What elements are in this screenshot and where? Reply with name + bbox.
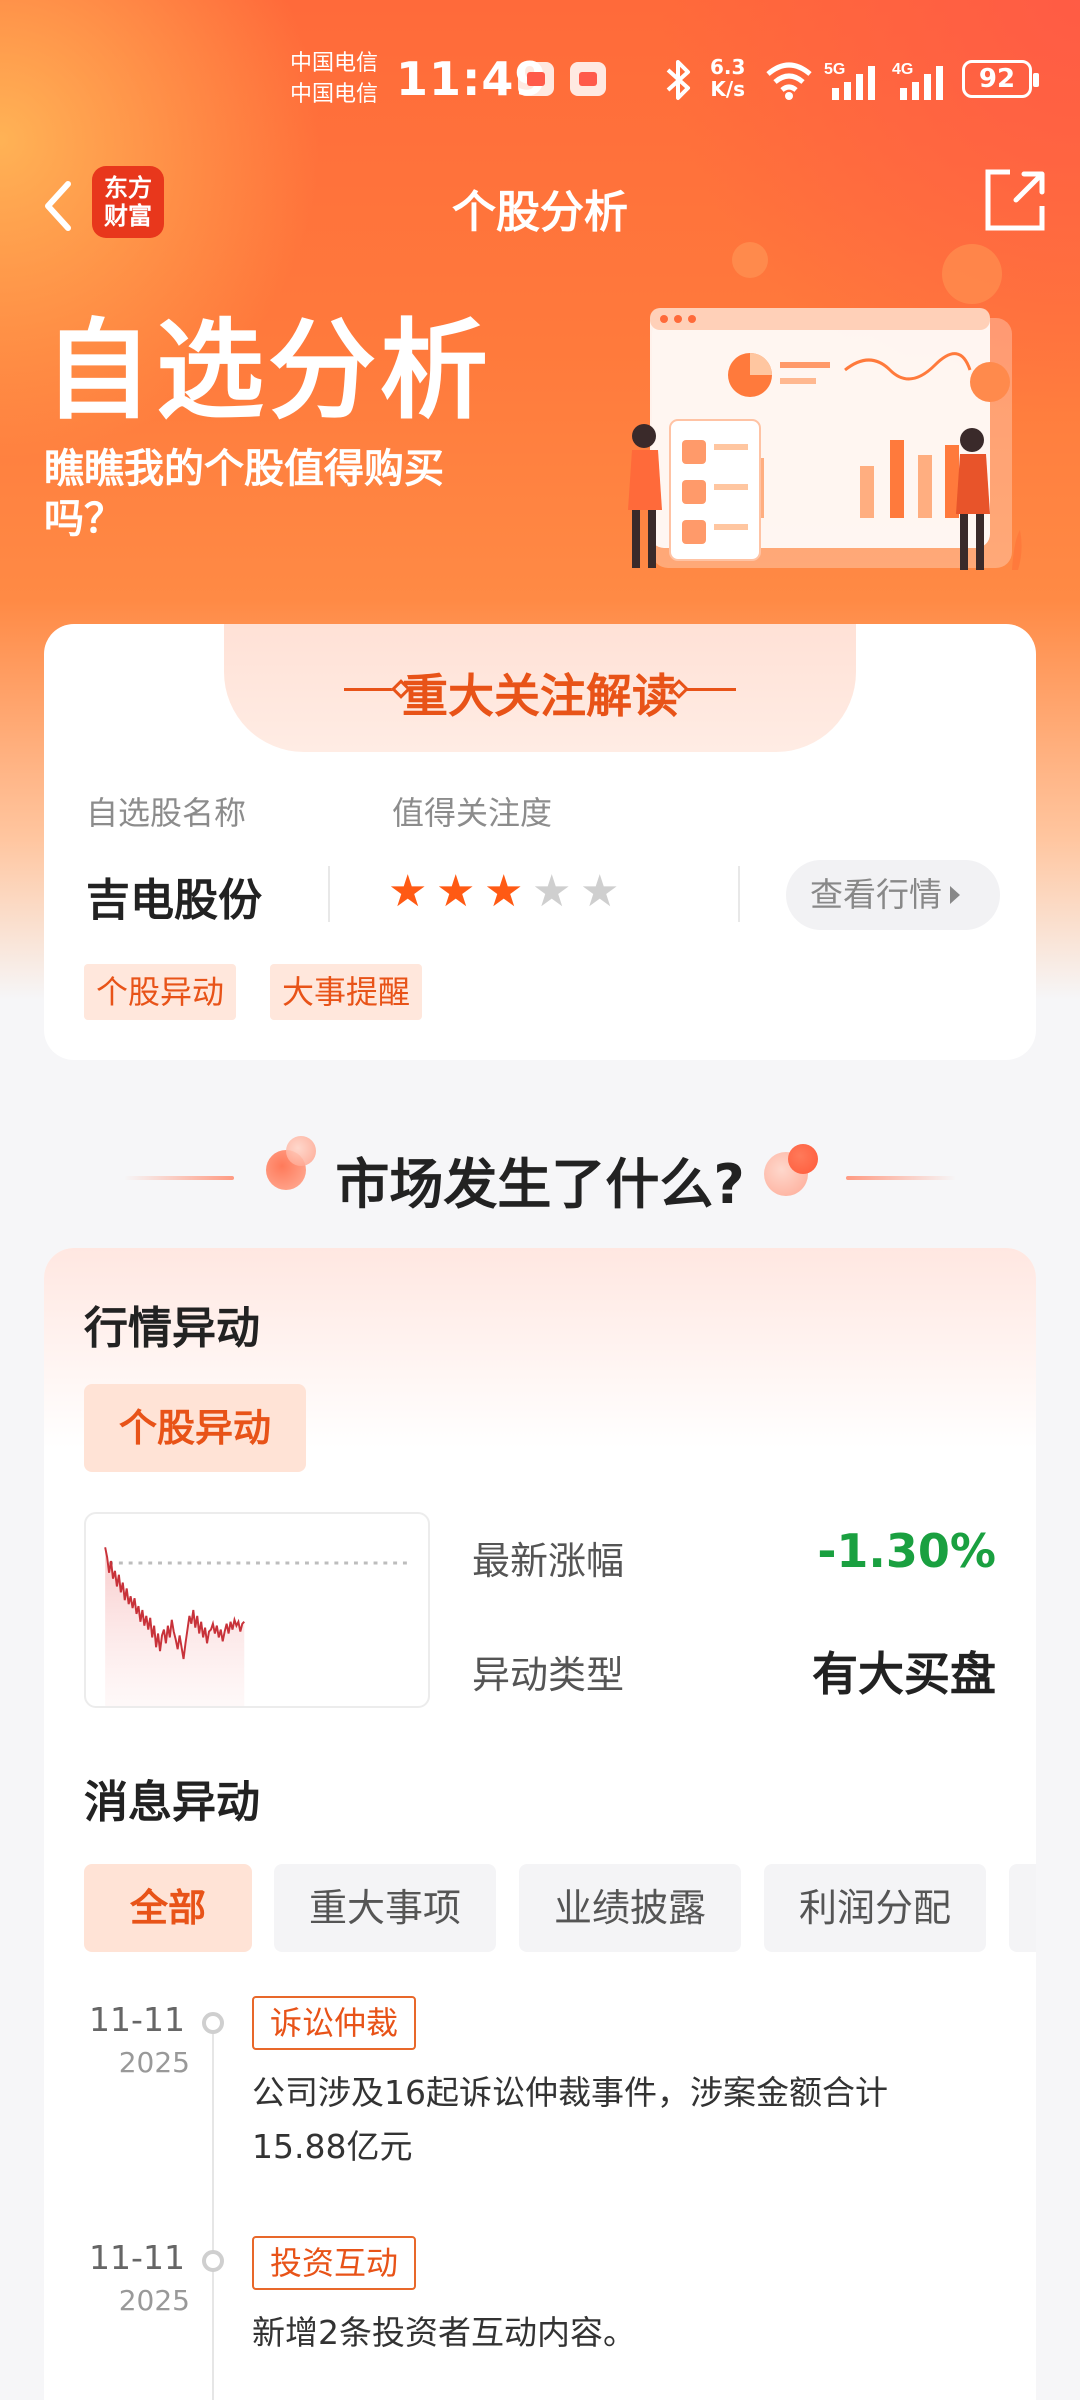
quote-anomaly-heading: 行情异动 xyxy=(84,1303,260,1354)
intraday-mini-chart[interactable] xyxy=(84,1512,430,1708)
book-icon xyxy=(570,62,606,96)
news-anomaly-heading: 消息异动 xyxy=(84,1777,260,1828)
focus-card-header: 重大关注解读 xyxy=(224,624,856,752)
bluetooth-icon xyxy=(666,60,690,100)
latest-change-value: -1.30% xyxy=(817,1524,996,1578)
anomaly-card: 行情异动 个股异动 最新涨幅 -1.30% 异动类型 有大买盘 消息异动 全部 … xyxy=(44,1248,1036,2400)
section-deco-line xyxy=(846,1176,956,1180)
nav-bar: 东方 财富 个股分析 xyxy=(0,160,1080,250)
star-icon: ★ xyxy=(484,866,524,917)
item-tag: 投资互动 xyxy=(252,2236,417,2290)
view-quote-button[interactable]: 查看行情 xyxy=(786,860,1000,930)
item-date: 11-11 xyxy=(89,2000,185,2039)
filter-chip-all[interactable]: 全部 xyxy=(84,1864,252,1952)
caret-right-icon xyxy=(950,885,960,904)
wifi-icon xyxy=(766,62,812,100)
star-icon: ★ xyxy=(580,866,620,917)
hero-subtitle: 瞧瞧我的个股值得购买吗？ xyxy=(44,446,444,542)
divider xyxy=(738,866,740,922)
header-deco-line xyxy=(686,688,736,691)
view-quote-label: 查看行情 xyxy=(810,875,942,914)
filter-chip-earnings[interactable]: 业绩披露 xyxy=(519,1864,741,1952)
signal-4g-label: 4G xyxy=(892,61,913,78)
star-icon: ★ xyxy=(436,866,476,917)
net-speed-unit: K/s xyxy=(710,77,746,101)
signal-5g-icon: 5G xyxy=(824,61,875,100)
hero-title: 自选分析 xyxy=(44,309,493,434)
signal-4g-icon: 4G xyxy=(892,61,943,100)
item-text: 新增2条投资者互动内容。 xyxy=(252,2313,636,2352)
filter-chip-dividend[interactable]: 利润分配 xyxy=(764,1864,986,1952)
tag-stock-anomaly: 个股异动 xyxy=(84,964,237,1020)
net-speed-value: 6.3 xyxy=(710,55,746,79)
latest-change-label: 最新涨幅 xyxy=(472,1539,625,1583)
app-badge-icon xyxy=(518,62,554,96)
timeline-dot-icon xyxy=(202,2250,224,2272)
attention-label: 值得关注度 xyxy=(392,794,553,832)
stock-anomaly-tag[interactable]: 个股异动 xyxy=(84,1384,306,1472)
status-bar: 中国电信 中国电信 11:49 6.3 K/s 5G 4G 92 xyxy=(0,40,1080,120)
divider xyxy=(328,866,330,922)
star-icon: ★ xyxy=(532,866,572,917)
carrier-1: 中国电信 xyxy=(290,51,379,76)
signal-5g-label: 5G xyxy=(824,61,845,78)
anomaly-type-label: 异动类型 xyxy=(472,1653,625,1697)
stock-name-label: 自选股名称 xyxy=(86,794,247,832)
focus-card-title: 重大关注解读 xyxy=(402,669,678,723)
net-speed: 6.3 K/s xyxy=(710,56,745,100)
item-date: 11-11 xyxy=(89,2238,185,2277)
carrier-2: 中国电信 xyxy=(290,82,379,107)
stock-name[interactable]: 吉电股份 xyxy=(86,864,262,928)
item-year: 2025 xyxy=(118,2046,190,2079)
item-year: 2025 xyxy=(118,2284,190,2317)
focus-card: 重大关注解读 自选股名称 值得关注度 吉电股份 ★ ★ ★ ★ ★ 查看行情 个股异动 … xyxy=(44,624,1036,1060)
attention-rating: ★ ★ ★ ★ ★ xyxy=(388,868,628,916)
timeline-dot-icon xyxy=(202,2012,224,2034)
item-tag: 诉讼仲裁 xyxy=(252,1996,417,2050)
item-text: 公司涉及16起诉讼仲裁事件，涉案金额合计15.88亿元 xyxy=(252,2073,888,2166)
timeline-line xyxy=(212,2022,214,2400)
filter-chip-more[interactable] xyxy=(1009,1864,1036,1952)
carrier-info: 中国电信 中国电信 xyxy=(290,48,378,110)
tag-event-reminder: 大事提醒 xyxy=(270,964,423,1020)
filter-chip-major-events[interactable]: 重大事项 xyxy=(274,1864,496,1952)
star-icon: ★ xyxy=(388,866,428,917)
battery-icon: 92 xyxy=(962,60,1039,98)
anomaly-type-value: 有大买盘 xyxy=(812,1647,996,1701)
share-icon[interactable] xyxy=(980,166,1050,236)
page-title: 个股分析 xyxy=(452,187,628,238)
hero-illustration xyxy=(628,242,1022,570)
bubble-deco xyxy=(788,1144,818,1174)
